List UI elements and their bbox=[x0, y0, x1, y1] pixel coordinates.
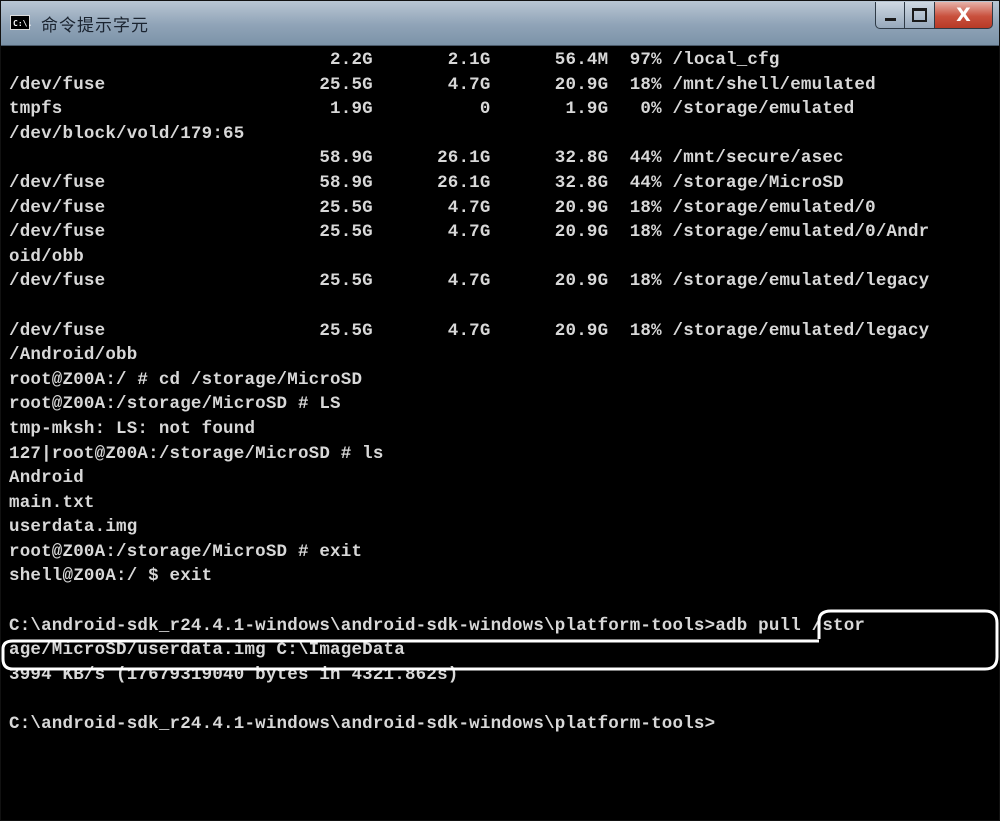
console-line: /dev/fuse 25.5G 4.7G 20.9G 18% /mnt/shel… bbox=[9, 74, 876, 95]
window-controls: X bbox=[875, 2, 993, 32]
cmd-window: C:\. 命令提示字元 X 2.2G 2.1G 56.4M 97% /local… bbox=[0, 0, 1000, 821]
cmd-icon: C:\. bbox=[10, 15, 32, 30]
window-title: 命令提示字元 bbox=[41, 16, 149, 36]
console-output[interactable]: 2.2G 2.1G 56.4M 97% /local_cfg/dev/fuse … bbox=[9, 48, 995, 820]
console-line: C:\android-sdk_r24.4.1-windows\android-s… bbox=[9, 714, 716, 735]
minimize-button[interactable] bbox=[875, 2, 905, 29]
console-line: /dev/fuse 25.5G 4.7G 20.9G 18% /storage/… bbox=[9, 197, 876, 218]
console-line: 2.2G 2.1G 56.4M 97% /local_cfg bbox=[9, 50, 780, 70]
console-line: /dev/fuse 25.5G 4.7G 20.9G 18% /storage/… bbox=[9, 222, 930, 243]
close-button[interactable]: X bbox=[935, 2, 993, 29]
title-bar[interactable]: C:\. 命令提示字元 X bbox=[1, 1, 999, 46]
console-line: oid/obb bbox=[9, 246, 84, 267]
maximize-button[interactable] bbox=[905, 2, 935, 29]
console-line: /dev/fuse 58.9G 26.1G 32.8G 44% /storage… bbox=[9, 172, 844, 193]
console-line: tmp-mksh: LS: not found bbox=[9, 418, 256, 439]
console-line: 127|root@Z00A:/storage/MicroSD # ls bbox=[9, 443, 384, 464]
console-line: 58.9G 26.1G 32.8G 44% /mnt/secure/asec bbox=[9, 148, 844, 169]
console-line: 3994 KB/s (17679319040 bytes in 4321.862… bbox=[9, 664, 459, 685]
console-line: tmpfs 1.9G 0 1.9G 0% /storage/emulated bbox=[9, 99, 855, 120]
console-line: main.txt bbox=[9, 492, 95, 513]
console-line: root@Z00A:/ # cd /storage/MicroSD bbox=[9, 369, 363, 390]
console-line: /dev/fuse 25.5G 4.7G 20.9G 18% /storage/… bbox=[9, 271, 930, 292]
minimize-icon bbox=[884, 18, 896, 21]
console-line: root@Z00A:/storage/MicroSD # LS bbox=[9, 394, 341, 415]
console-line: root@Z00A:/storage/MicroSD # exit bbox=[9, 541, 363, 562]
console-line: Android bbox=[9, 468, 84, 489]
console-line: /Android/obb bbox=[9, 345, 138, 366]
console-line: shell@Z00A:/ $ exit bbox=[9, 566, 213, 587]
console-line: /dev/fuse 25.5G 4.7G 20.9G 18% /storage/… bbox=[9, 320, 930, 341]
close-icon: X bbox=[956, 3, 971, 26]
console-line: /dev/block/vold/179:65 bbox=[9, 123, 245, 144]
maximize-icon bbox=[912, 8, 927, 22]
console-line: userdata.img bbox=[9, 517, 138, 538]
console-line: C:\android-sdk_r24.4.1-windows\android-s… bbox=[9, 615, 866, 636]
console-line: age/MicroSD/userdata.img C:\ImageData bbox=[9, 640, 405, 661]
